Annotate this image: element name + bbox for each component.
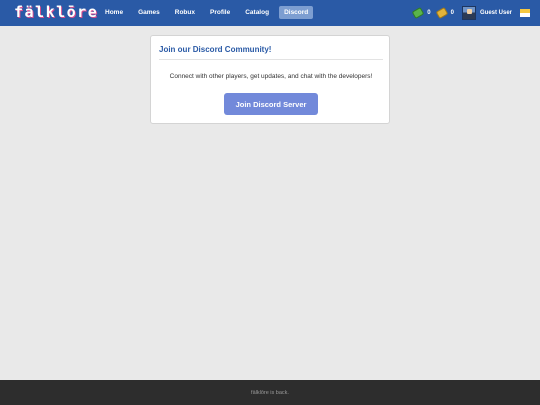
tix-balance[interactable]: 0 [435, 7, 454, 19]
nav-link-robux[interactable]: Robux [170, 6, 200, 19]
card-divider [159, 59, 383, 60]
site-logo[interactable]: fälklōre [14, 3, 98, 21]
nav-link-catalog[interactable]: Catalog [240, 6, 274, 19]
join-discord-button[interactable]: Join Discord Server [224, 93, 318, 115]
nav-link-home[interactable]: Home [100, 6, 128, 19]
main-nav: Home Games Robux Profile Catalog Discord [100, 6, 318, 19]
card-description: Connect with other players, get updates,… [169, 73, 373, 80]
user-area: 0 0 Guest User [411, 5, 530, 21]
page-footer: fälklōre is back. [0, 380, 540, 405]
card-title: Join our Discord Community! [159, 45, 272, 54]
avatar[interactable] [461, 6, 476, 20]
nav-link-profile[interactable]: Profile [205, 6, 235, 19]
tix-count: 0 [450, 10, 454, 16]
robux-currency-icon [411, 7, 425, 19]
footer-text: fälklōre is back. [251, 389, 289, 396]
mail-icon[interactable] [520, 9, 530, 17]
top-navbar: fälklōre Home Games Robux Profile Catalo… [0, 0, 540, 26]
discord-card: Join our Discord Community! Connect with… [150, 35, 390, 124]
nav-link-games[interactable]: Games [133, 6, 165, 19]
robux-count: 0 [427, 10, 431, 16]
username[interactable]: Guest User [480, 10, 512, 16]
robux-balance[interactable]: 0 [411, 7, 431, 19]
tix-currency-icon [435, 7, 448, 19]
nav-link-discord[interactable]: Discord [279, 6, 314, 19]
